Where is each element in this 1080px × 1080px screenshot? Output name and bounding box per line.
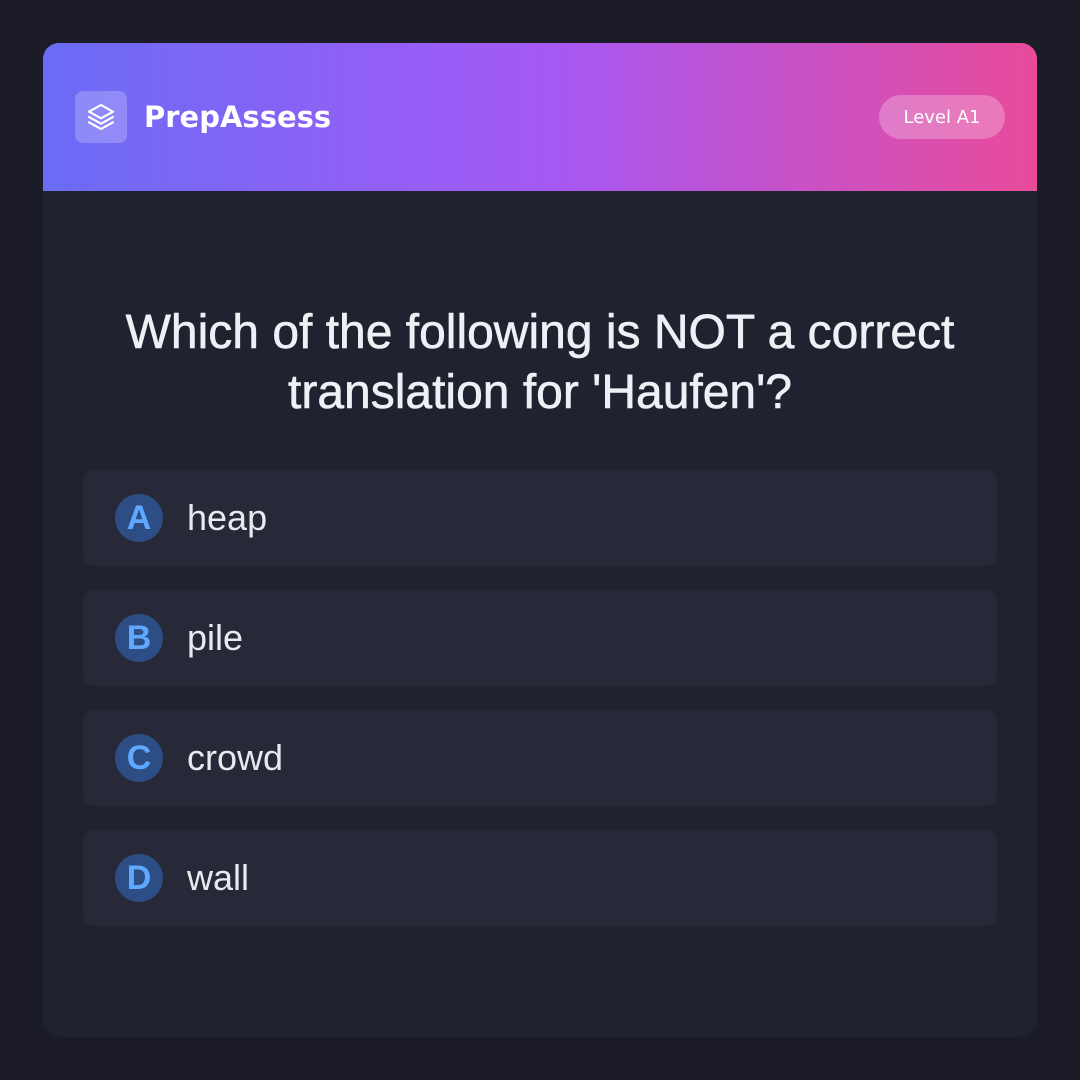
option-b[interactable]: B pile	[83, 590, 997, 686]
option-text: wall	[187, 857, 250, 898]
option-letter: D	[115, 854, 163, 902]
option-text: crowd	[187, 737, 284, 778]
option-letter: C	[115, 734, 163, 782]
question-text: Which of the following is NOT a correct …	[125, 306, 955, 420]
option-a[interactable]: A heap	[83, 470, 997, 566]
quiz-header: PrepAssess Level A1	[43, 43, 1037, 191]
option-d[interactable]: D wall	[83, 830, 997, 926]
logo	[75, 91, 127, 143]
option-letter: A	[115, 494, 163, 542]
quiz-card: PrepAssess Level A1 Which of the followi…	[43, 43, 1037, 1037]
level-badge: Level A1	[879, 95, 1005, 139]
option-letter: B	[115, 614, 163, 662]
option-text: heap	[187, 497, 268, 538]
option-text: pile	[187, 617, 244, 658]
option-c[interactable]: C crowd	[83, 710, 997, 806]
layers-icon	[87, 103, 115, 131]
brand-name: PrepAssess	[144, 100, 332, 134]
